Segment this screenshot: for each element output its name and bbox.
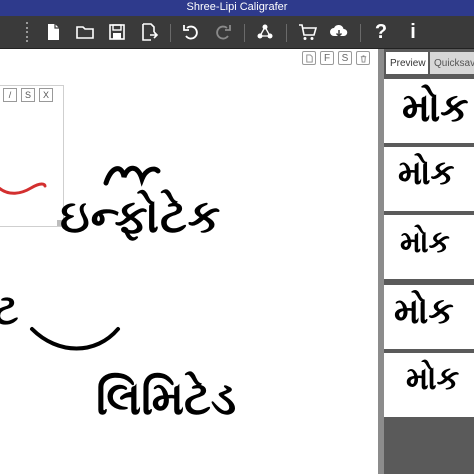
- floppy-save-icon: [109, 24, 125, 40]
- undo-icon: [183, 25, 198, 40]
- folder-open-icon: [76, 26, 94, 39]
- preview-item[interactable]: મોક: [384, 353, 474, 417]
- redo-icon: [216, 25, 231, 40]
- pen-tool-button[interactable]: /: [3, 88, 17, 102]
- tab-quicksave[interactable]: Quicksave: [430, 52, 474, 74]
- calligraphy-text-infotech[interactable]: ઇન્ફોટેક: [60, 189, 221, 245]
- trash-icon[interactable]: [356, 51, 370, 65]
- cart-button[interactable]: [294, 20, 320, 44]
- redo-button[interactable]: [210, 20, 236, 44]
- toolbar-grip-icon[interactable]: [24, 22, 30, 42]
- preview-item[interactable]: મોક: [384, 215, 474, 279]
- preview-item[interactable]: મોક: [384, 147, 474, 211]
- share-icon: [257, 24, 273, 39]
- design-canvas[interactable]: F S / S X ઇન્ફોટેક ટ લિમિટેડ: [0, 49, 378, 474]
- calligraphy-flourish: [103, 165, 161, 187]
- info-icon: i: [410, 20, 416, 43]
- open-folder-button[interactable]: [72, 20, 98, 44]
- title-bar: Shree-Lipi Caligrafer: [0, 0, 474, 16]
- calligraphy-text-limited[interactable]: લિમિટેડ: [96, 371, 236, 427]
- toolbar-separator: [244, 24, 245, 42]
- window-title: Shree-Lipi Caligrafer: [186, 1, 288, 13]
- save-button[interactable]: [104, 20, 130, 44]
- preview-item[interactable]: મોક: [384, 285, 474, 349]
- page-icon[interactable]: [302, 51, 316, 65]
- stroke-panel[interactable]: / S X: [0, 85, 64, 227]
- help-icon: ?: [374, 20, 388, 43]
- new-file-icon: [48, 24, 59, 40]
- calligraphy-swash: [30, 327, 120, 351]
- toolbar-separator: [286, 24, 287, 42]
- stroke-preview: [0, 182, 47, 195]
- toolbar-separator: [170, 24, 171, 42]
- main-toolbar: ? i: [0, 16, 474, 49]
- undo-button[interactable]: [178, 20, 204, 44]
- share-button[interactable]: [252, 20, 278, 44]
- info-button[interactable]: i: [400, 20, 426, 44]
- new-file-button[interactable]: [40, 20, 66, 44]
- export-button[interactable]: [136, 20, 162, 44]
- help-button[interactable]: ?: [368, 20, 394, 44]
- toolbar-separator: [360, 24, 361, 42]
- export-icon: [142, 23, 159, 41]
- fill-icon[interactable]: F: [320, 51, 334, 65]
- close-panel-button[interactable]: X: [39, 88, 53, 102]
- cloud-download-icon: [330, 24, 348, 38]
- calligraphy-text-partial[interactable]: ટ: [0, 285, 18, 335]
- preview-item[interactable]: મોક: [384, 79, 474, 143]
- preview-panel: Preview Quicksave મોક મોક મોક મોક મોક: [384, 49, 474, 474]
- style-icon[interactable]: S: [338, 51, 352, 65]
- cloud-download-button[interactable]: [326, 20, 352, 44]
- style-tool-button[interactable]: S: [21, 88, 35, 102]
- tab-preview[interactable]: Preview: [386, 52, 428, 74]
- cart-icon: [299, 24, 317, 40]
